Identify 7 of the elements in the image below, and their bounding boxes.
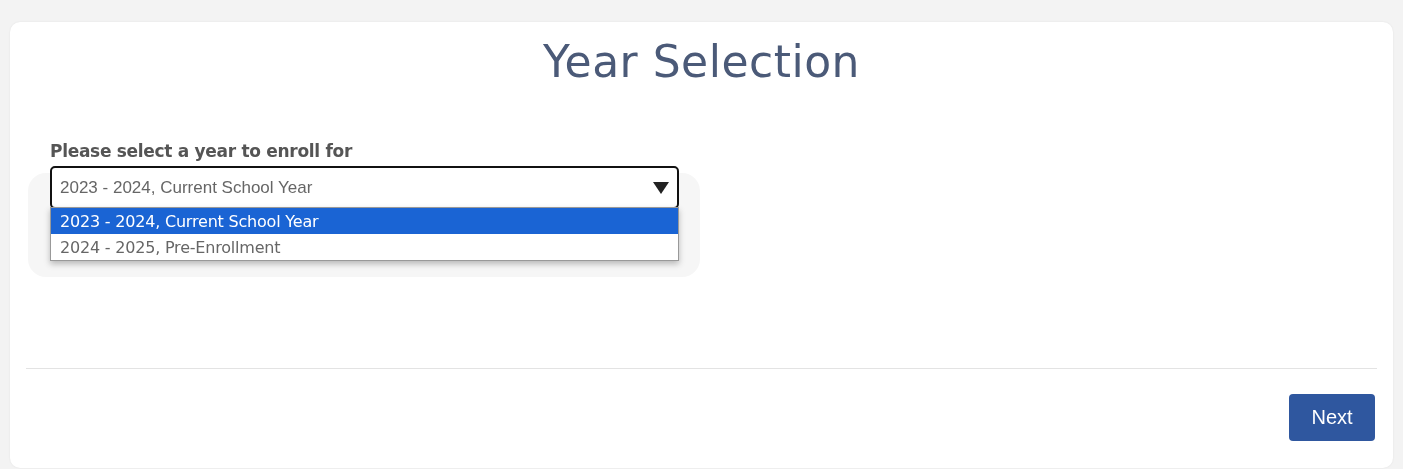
dropdown-option[interactable]: 2024 - 2025, Pre-Enrollment bbox=[51, 234, 678, 260]
next-button[interactable]: Next bbox=[1289, 394, 1375, 441]
caret-icon bbox=[653, 181, 669, 194]
year-dropdown[interactable]: 2023 - 2024, Current School Year bbox=[50, 166, 679, 209]
field-label: Please select a year to enroll for bbox=[50, 141, 352, 161]
page-title: Year Selection bbox=[543, 36, 860, 87]
dropdown-option[interactable]: 2023 - 2024, Current School Year bbox=[51, 208, 678, 234]
